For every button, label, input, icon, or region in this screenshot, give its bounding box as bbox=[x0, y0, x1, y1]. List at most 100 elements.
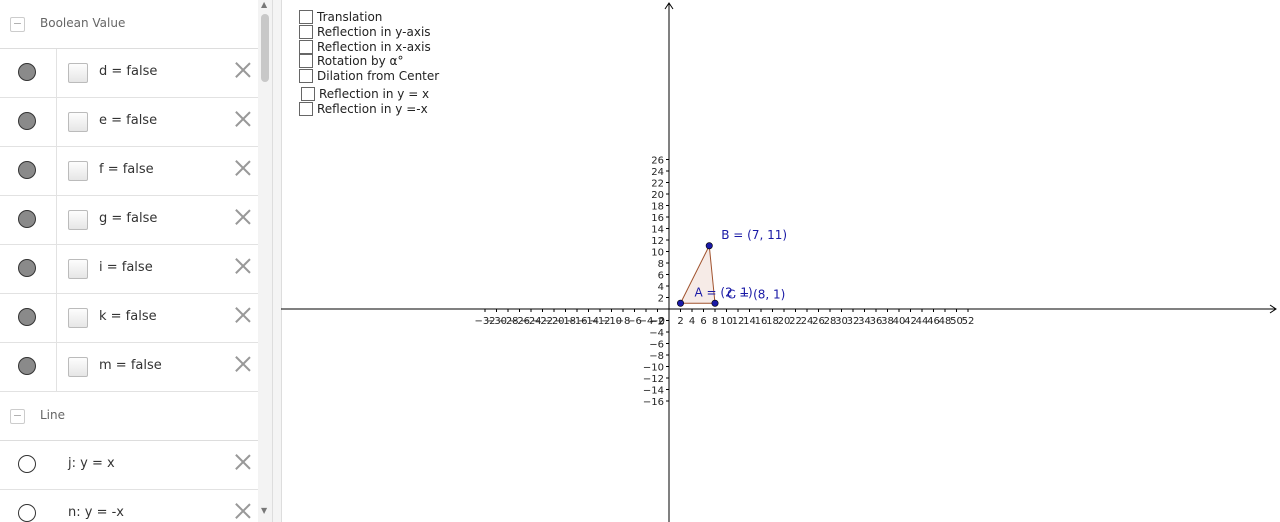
delete-icon[interactable] bbox=[234, 453, 252, 471]
algebra-item[interactable]: j: y = x bbox=[0, 441, 258, 490]
algebra-item-label[interactable]: e = false bbox=[99, 113, 157, 128]
checkbox-label[interactable]: Dilation from Center bbox=[317, 69, 439, 83]
y-tick-label: 6 bbox=[658, 271, 664, 282]
y-tick-label: 24 bbox=[651, 167, 664, 178]
y-tick-label: 26 bbox=[651, 156, 664, 167]
point-b[interactable] bbox=[705, 242, 713, 250]
checkbox-label[interactable]: Reflection in y =-x bbox=[317, 102, 428, 116]
checkbox-dilation[interactable]: Dilation from Center bbox=[299, 69, 439, 83]
checkbox-box[interactable] bbox=[299, 25, 313, 39]
checkbox-box[interactable] bbox=[299, 69, 313, 83]
algebra-item-label[interactable]: f = false bbox=[99, 162, 154, 177]
algebra-item[interactable]: g = false bbox=[0, 196, 258, 245]
group-header-boolean[interactable]: − Boolean Value bbox=[0, 0, 258, 49]
y-tick-label: 18 bbox=[651, 202, 664, 213]
point-label-b: B = (7, 11) bbox=[721, 228, 787, 242]
algebra-item-label[interactable]: i = false bbox=[99, 260, 153, 275]
x-tick-label: 6 bbox=[700, 316, 706, 327]
checkbox-box[interactable] bbox=[301, 87, 315, 101]
checkbox-reflection-y-eq-x[interactable]: Reflection in y = x bbox=[301, 87, 429, 101]
visibility-toggle-icon[interactable] bbox=[18, 112, 36, 130]
algebra-scrollbar[interactable]: ▲ ▼ bbox=[258, 0, 272, 522]
origin-label: 0 bbox=[659, 316, 665, 327]
algebra-item[interactable]: f = false bbox=[0, 147, 258, 196]
scroll-down-icon[interactable]: ▼ bbox=[261, 506, 267, 515]
boolean-checkbox[interactable] bbox=[68, 112, 88, 132]
delete-icon[interactable] bbox=[234, 257, 252, 275]
checkbox-box[interactable] bbox=[299, 10, 313, 24]
delete-icon[interactable] bbox=[234, 355, 252, 373]
checkbox-label[interactable]: Rotation by α° bbox=[317, 54, 403, 68]
algebra-item[interactable]: m = false bbox=[0, 343, 258, 392]
visibility-toggle-icon[interactable] bbox=[18, 455, 36, 473]
collapse-icon[interactable]: − bbox=[10, 409, 25, 424]
algebra-item[interactable]: e = false bbox=[0, 98, 258, 147]
algebra-item[interactable]: d = false bbox=[0, 49, 258, 98]
collapse-icon[interactable]: − bbox=[10, 17, 25, 32]
y-tick-label: −6 bbox=[649, 340, 664, 351]
delete-icon[interactable] bbox=[234, 502, 252, 520]
y-tick-label: −12 bbox=[643, 374, 664, 385]
delete-icon[interactable] bbox=[234, 159, 252, 177]
delete-icon[interactable] bbox=[234, 306, 252, 324]
x-tick-label: 2 bbox=[677, 316, 683, 327]
visibility-toggle-icon[interactable] bbox=[18, 504, 36, 522]
boolean-checkbox[interactable] bbox=[68, 259, 88, 279]
checkbox-box[interactable] bbox=[299, 40, 313, 54]
delete-icon[interactable] bbox=[234, 110, 252, 128]
group-title: Line bbox=[40, 408, 66, 422]
y-tick-label: 12 bbox=[651, 236, 664, 247]
group-title: Boolean Value bbox=[40, 16, 126, 30]
algebra-item-label[interactable]: j: y = x bbox=[68, 456, 115, 471]
y-tick-label: −4 bbox=[649, 328, 664, 339]
algebra-item[interactable]: n: y = -x bbox=[0, 490, 258, 522]
y-tick-label: 4 bbox=[658, 282, 664, 293]
checkbox-reflection-y-axis[interactable]: Reflection in y-axis bbox=[299, 25, 431, 39]
boolean-checkbox[interactable] bbox=[68, 308, 88, 328]
boolean-checkbox[interactable] bbox=[68, 210, 88, 230]
point-a[interactable] bbox=[676, 299, 684, 307]
algebra-item-label[interactable]: k = false bbox=[99, 309, 157, 324]
y-tick-label: −8 bbox=[649, 351, 664, 362]
checkbox-label[interactable]: Reflection in y = x bbox=[319, 87, 429, 101]
x-tick-label: 4 bbox=[689, 316, 695, 327]
checkbox-reflection-y-eq-neg-x[interactable]: Reflection in y =-x bbox=[299, 102, 428, 116]
x-tick-label: 52 bbox=[962, 316, 975, 327]
y-tick-label: 22 bbox=[651, 179, 664, 190]
checkbox-label[interactable]: Reflection in x-axis bbox=[317, 40, 431, 54]
algebra-item[interactable]: i = false bbox=[0, 245, 258, 294]
checkbox-box[interactable] bbox=[299, 102, 313, 116]
y-tick-label: 20 bbox=[651, 190, 664, 201]
y-tick-label: 16 bbox=[651, 213, 664, 224]
checkbox-box[interactable] bbox=[299, 54, 313, 68]
algebra-item[interactable]: k = false bbox=[0, 294, 258, 343]
visibility-toggle-icon[interactable] bbox=[18, 357, 36, 375]
point-label-c: C = (8, 1) bbox=[727, 287, 785, 301]
checkbox-translation[interactable]: Translation bbox=[299, 10, 382, 24]
visibility-toggle-icon[interactable] bbox=[18, 210, 36, 228]
checkbox-rotation[interactable]: Rotation by α° bbox=[299, 54, 403, 68]
algebra-item-label[interactable]: g = false bbox=[99, 211, 157, 226]
checkbox-label[interactable]: Reflection in y-axis bbox=[317, 25, 431, 39]
visibility-toggle-icon[interactable] bbox=[18, 259, 36, 277]
algebra-item-label[interactable]: m = false bbox=[99, 358, 162, 373]
visibility-toggle-icon[interactable] bbox=[18, 161, 36, 179]
boolean-checkbox[interactable] bbox=[68, 161, 88, 181]
algebra-view: − Boolean Value d = false e = false f = … bbox=[0, 0, 258, 522]
delete-icon[interactable] bbox=[234, 208, 252, 226]
algebra-item-label[interactable]: n: y = -x bbox=[68, 505, 124, 520]
visibility-toggle-icon[interactable] bbox=[18, 63, 36, 81]
scroll-up-icon[interactable]: ▲ bbox=[261, 0, 267, 9]
point-c[interactable] bbox=[711, 299, 719, 307]
scroll-thumb[interactable] bbox=[261, 14, 269, 82]
delete-icon[interactable] bbox=[234, 61, 252, 79]
boolean-checkbox[interactable] bbox=[68, 63, 88, 83]
group-header-line[interactable]: − Line bbox=[0, 392, 258, 441]
y-tick-label: 2 bbox=[658, 294, 664, 305]
y-tick-label: −16 bbox=[643, 397, 664, 408]
boolean-checkbox[interactable] bbox=[68, 357, 88, 377]
visibility-toggle-icon[interactable] bbox=[18, 308, 36, 326]
algebra-item-label[interactable]: d = false bbox=[99, 64, 157, 79]
checkbox-reflection-x-axis[interactable]: Reflection in x-axis bbox=[299, 40, 431, 54]
checkbox-label[interactable]: Translation bbox=[317, 10, 382, 24]
